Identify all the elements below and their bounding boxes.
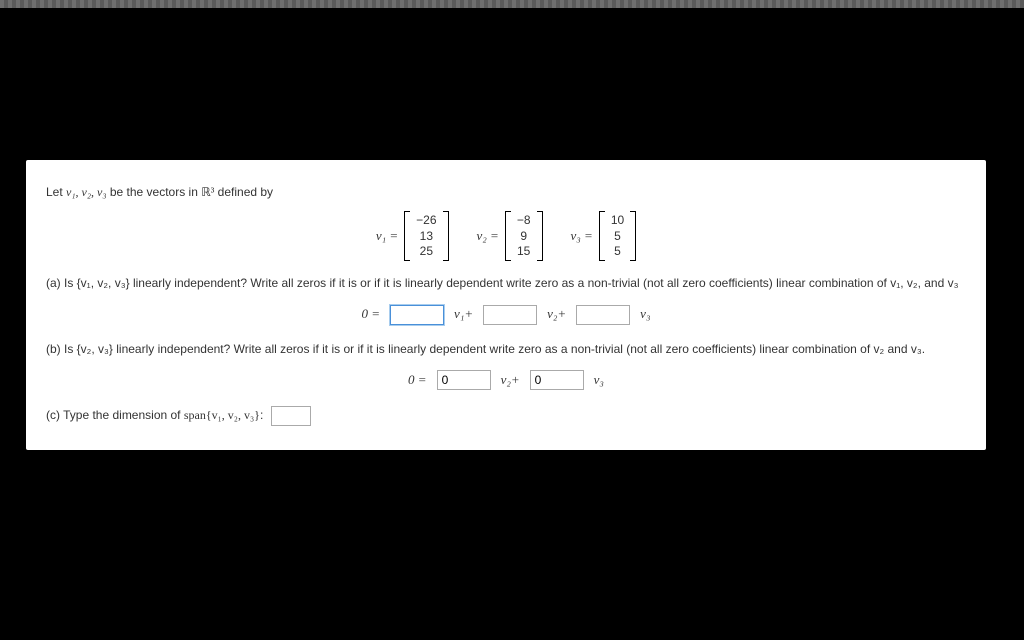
eq-b-term2: v₃ xyxy=(594,371,604,390)
part-b-equation: 0 = v₂+ v₃ xyxy=(46,370,966,390)
eq-b-lhs: 0 = xyxy=(408,371,427,390)
v2-val-0: −8 xyxy=(517,213,531,229)
bracket-right xyxy=(630,211,636,261)
v1-val-1: 13 xyxy=(420,229,433,245)
v2-label: v₂ = xyxy=(477,227,499,246)
coef-a-v3-input[interactable] xyxy=(576,305,630,325)
vector-v1: v₁ = −26 13 25 xyxy=(376,211,449,261)
intro-mid: be the vectors in xyxy=(107,185,202,199)
coef-a-v1-input[interactable] xyxy=(390,305,444,325)
coef-b-v2-input[interactable] xyxy=(437,370,491,390)
eq-a-term1: v₁+ xyxy=(454,305,473,324)
vector-definitions: v₁ = −26 13 25 v₂ = −8 9 15 xyxy=(46,211,966,261)
part-c-span: span{v₁, v₂, v₃} xyxy=(184,408,260,422)
vector-v3: v₃ = 10 5 5 xyxy=(571,211,637,261)
coef-b-v3-input[interactable] xyxy=(530,370,584,390)
intro-prefix: Let xyxy=(46,185,66,199)
intro-vectors: v₁, v₂, v₃ xyxy=(66,185,107,199)
eq-a-lhs: 0 = xyxy=(362,305,381,324)
window-top-strip xyxy=(0,0,1024,8)
part-a-equation: 0 = v₁+ v₂+ v₃ xyxy=(46,305,966,325)
part-a-text: (a) Is {v₁, v₂, v₃} linearly independent… xyxy=(46,275,966,292)
v2-val-2: 15 xyxy=(517,244,530,260)
intro-suffix: defined by xyxy=(214,185,273,199)
v3-val-0: 10 xyxy=(611,213,624,229)
v3-label: v₃ = xyxy=(571,227,593,246)
dimension-input[interactable] xyxy=(271,406,311,426)
part-c-row: (c) Type the dimension of span{v₁, v₂, v… xyxy=(46,406,966,426)
coef-a-v2-input[interactable] xyxy=(483,305,537,325)
part-c-prefix: (c) Type the dimension of xyxy=(46,408,184,422)
v1-val-2: 25 xyxy=(420,244,433,260)
v3-val-2: 5 xyxy=(614,244,621,260)
eq-b-term1: v₂+ xyxy=(501,371,520,390)
vector-v2: v₂ = −8 9 15 xyxy=(477,211,543,261)
bracket-right xyxy=(443,211,449,261)
v2-val-1: 9 xyxy=(520,229,527,245)
eq-a-term3: v₃ xyxy=(640,305,650,324)
eq-a-term2: v₂+ xyxy=(547,305,566,324)
part-c-suffix: : xyxy=(260,408,263,422)
problem-intro: Let v₁, v₂, v₃ be the vectors in ℝ³ defi… xyxy=(46,184,966,201)
v1-label: v₁ = xyxy=(376,227,398,246)
question-card: Let v₁, v₂, v₃ be the vectors in ℝ³ defi… xyxy=(26,160,986,450)
v1-val-0: −26 xyxy=(416,213,436,229)
v3-val-1: 5 xyxy=(614,229,621,245)
bracket-right xyxy=(537,211,543,261)
intro-space: ℝ³ xyxy=(201,185,214,199)
part-b-text: (b) Is {v₂, v₃} linearly independent? Wr… xyxy=(46,341,966,358)
